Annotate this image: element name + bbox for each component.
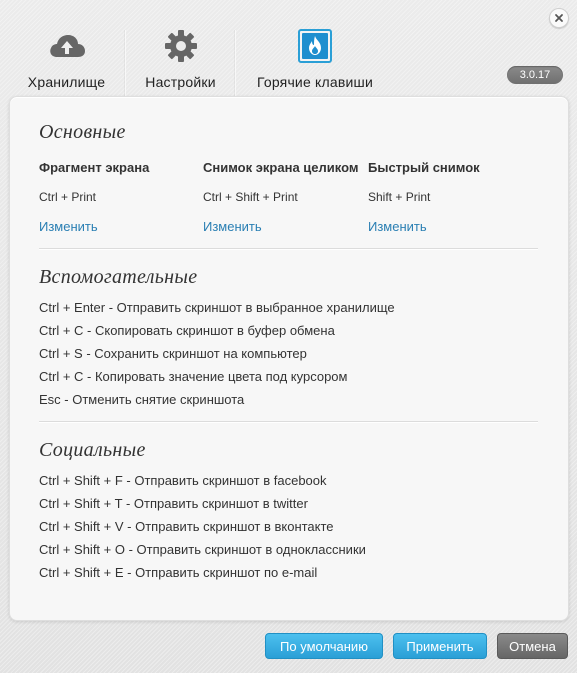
hotkeys-panel: Основные Фрагмент экрана Ctrl + Print Из… xyxy=(9,96,569,621)
column-header: Снимок экрана целиком xyxy=(203,160,359,175)
divider xyxy=(39,248,538,249)
list-item: Ctrl + Enter - Отправить скриншот в выбр… xyxy=(39,300,395,315)
gear-icon xyxy=(164,26,198,66)
auxiliary-list: Ctrl + Enter - Отправить скриншот в выбр… xyxy=(39,300,395,415)
list-item: Ctrl + Shift + F - Отправить скриншот в … xyxy=(39,473,327,488)
shortcut-value: Shift + Print xyxy=(368,190,431,204)
shortcut-value: Ctrl + Print xyxy=(39,190,97,204)
tab-storage[interactable]: Хранилище xyxy=(8,30,126,96)
section-title-auxiliary: Вспомогательные xyxy=(39,266,198,288)
apply-button[interactable]: Применить xyxy=(393,633,487,659)
tab-bar: Хранилище Настройки Горячие клавиши xyxy=(8,29,394,96)
section-title-social: Социальные xyxy=(39,439,146,461)
column-header: Быстрый снимок xyxy=(368,160,480,175)
close-icon xyxy=(555,14,563,22)
cancel-button[interactable]: Отмена xyxy=(497,633,568,659)
list-item: Ctrl + Shift + O - Отправить скриншот в … xyxy=(39,542,366,557)
list-item: Ctrl + C - Скопировать скриншот в буфер … xyxy=(39,323,335,338)
list-item: Esc - Отменить снятие скриншота xyxy=(39,392,245,407)
change-link-quick[interactable]: Изменить xyxy=(368,219,480,234)
section-title-basic: Основные xyxy=(39,121,126,143)
tab-settings[interactable]: Настройки xyxy=(126,30,236,96)
list-item: Ctrl + S - Сохранить скриншот на компьют… xyxy=(39,346,307,361)
social-list: Ctrl + Shift + F - Отправить скриншот в … xyxy=(39,473,366,588)
shortcut-column-fullscreen: Снимок экрана целиком Ctrl + Shift + Pri… xyxy=(203,160,358,234)
list-item: Ctrl + Shift + E - Отправить скриншот по… xyxy=(39,565,318,580)
list-item: Ctrl + C - Копировать значение цвета под… xyxy=(39,369,348,384)
shortcut-value: Ctrl + Shift + Print xyxy=(203,190,298,204)
tab-hotkeys[interactable]: Горячие клавиши xyxy=(236,29,394,96)
version-badge: 3.0.17 xyxy=(507,66,563,84)
column-header: Фрагмент экрана xyxy=(39,160,150,175)
tab-storage-label: Хранилище xyxy=(27,74,106,90)
change-link-fragment[interactable]: Изменить xyxy=(39,219,149,234)
default-button[interactable]: По умолчанию xyxy=(265,633,383,659)
tab-settings-label: Настройки xyxy=(145,74,216,90)
shortcut-column-fragment: Фрагмент экрана Ctrl + Print Изменить xyxy=(39,160,149,234)
list-item: Ctrl + Shift + T - Отправить скриншот в … xyxy=(39,496,308,511)
shortcut-column-quick: Быстрый снимок Shift + Print Изменить xyxy=(368,160,480,234)
tab-hotkeys-label: Горячие клавиши xyxy=(257,74,373,90)
divider xyxy=(39,421,538,422)
flame-icon xyxy=(298,26,332,66)
change-link-fullscreen[interactable]: Изменить xyxy=(203,219,358,234)
close-button[interactable] xyxy=(549,8,569,28)
list-item: Ctrl + Shift + V - Отправить скриншот в … xyxy=(39,519,334,534)
cloud-upload-icon xyxy=(47,26,87,66)
